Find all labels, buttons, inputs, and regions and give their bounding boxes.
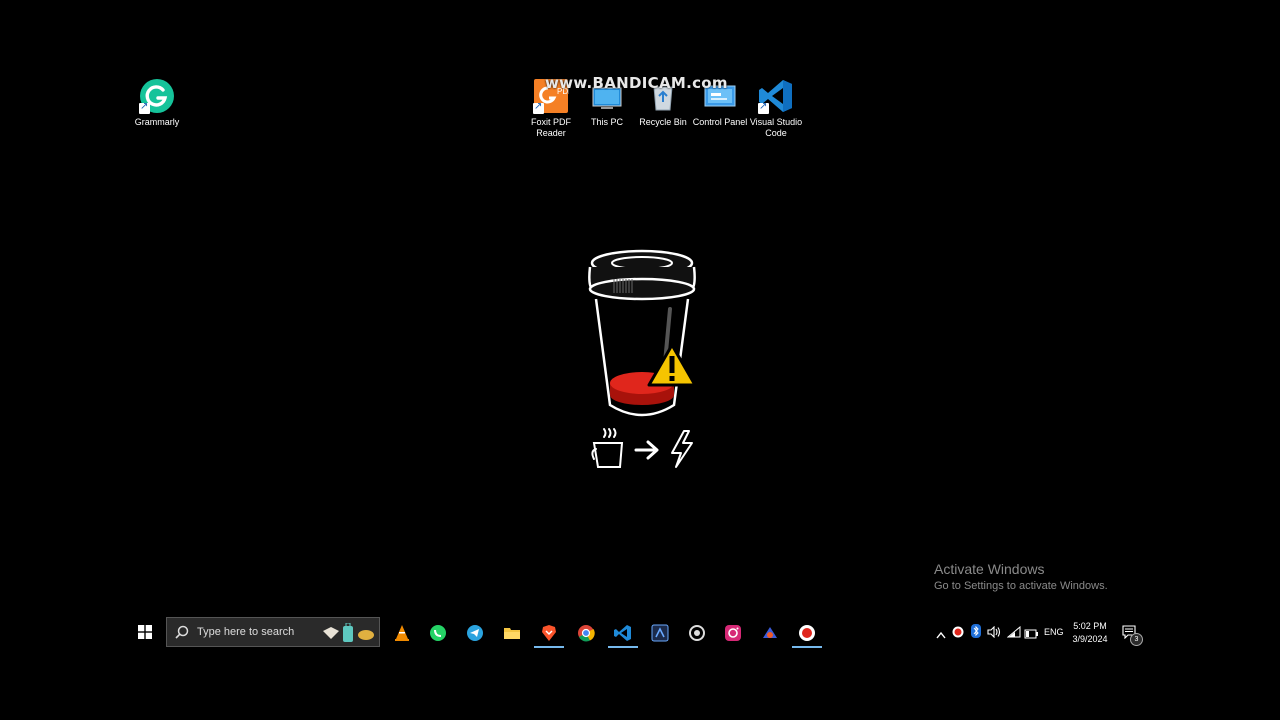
bandicam-watermark: www.BANDICAM.com [545, 74, 728, 92]
grammarly-icon [139, 78, 175, 114]
file-explorer-icon [504, 628, 520, 639]
tray-recording[interactable] [952, 625, 964, 643]
taskbar-whatsapp[interactable] [423, 619, 453, 647]
adobe-app-icon [651, 624, 669, 642]
activate-title: Activate Windows [934, 561, 1045, 577]
taskbar-chrome[interactable] [571, 619, 601, 647]
chrome-icon [578, 625, 595, 642]
chevron-up-icon [936, 631, 946, 639]
tray-battery[interactable] [1024, 626, 1038, 644]
tray-volume[interactable] [987, 625, 1001, 643]
taskbar-bandicam[interactable] [792, 619, 822, 648]
wifi-icon [1006, 625, 1021, 638]
shortcut-arrow-icon [139, 101, 150, 114]
taskbar-adobe-app[interactable] [645, 619, 675, 647]
activate-subtitle: Go to Settings to activate Windows. [934, 580, 1108, 592]
vlc-icon [395, 625, 409, 641]
low-battery-coffee-art [580, 245, 710, 475]
taskbar-instagram[interactable] [718, 619, 748, 647]
bandicam-record-icon [799, 625, 815, 641]
vscode-icon [614, 625, 631, 641]
desktop-icon-label: Control Panel [692, 117, 748, 127]
brave-icon [542, 625, 556, 641]
desktop-icon-label: Foxit PDF Reader [530, 117, 571, 138]
desktop-icon-grammarly[interactable]: Grammarly [129, 78, 185, 128]
start-button[interactable] [138, 625, 154, 641]
instagram-icon [725, 625, 741, 641]
activate-windows-notice: Activate Windows Go to Settings to activ… [934, 560, 1108, 594]
desktop-icon-label: Recycle Bin [639, 117, 687, 127]
taskbar: Type here to search ENG 5:02 PM 3/9/2024… [130, 615, 1150, 651]
telegram-icon [467, 625, 483, 641]
action-center-button[interactable]: 3 [1122, 625, 1143, 646]
battery-icon [1024, 629, 1038, 639]
vscode-icon [758, 78, 794, 114]
desktop-background: Grammarly PDF Foxit PDF Reader This PC [0, 0, 1280, 720]
obs-icon [689, 625, 705, 641]
volume-icon [987, 625, 1001, 639]
clock-date: 3/9/2024 [1072, 634, 1108, 644]
taskbar-vscode[interactable] [608, 619, 638, 648]
taskbar-vlc[interactable] [387, 619, 417, 647]
desktop-icon-vscode[interactable]: Visual Studio Code [748, 78, 804, 139]
taskbar-app[interactable] [755, 619, 785, 647]
taskbar-file-explorer[interactable] [497, 619, 527, 647]
app-icon [763, 627, 777, 638]
taskbar-brave[interactable] [534, 619, 564, 648]
language-indicator[interactable]: ENG [1044, 627, 1064, 637]
taskbar-search-box[interactable]: Type here to search [166, 617, 380, 647]
taskbar-obs[interactable] [682, 619, 712, 647]
shortcut-arrow-icon [533, 101, 544, 114]
clock-time: 5:02 PM [1073, 621, 1107, 631]
taskbar-telegram[interactable] [460, 619, 490, 647]
tray-network[interactable] [1006, 625, 1021, 643]
shortcut-arrow-icon [758, 101, 769, 114]
coffee-cup-battery-icon [588, 249, 697, 468]
show-hidden-icons-button[interactable] [936, 626, 946, 644]
desktop-icon-label: This PC [590, 117, 623, 127]
taskbar-clock[interactable]: 5:02 PM 3/9/2024 [1070, 620, 1110, 646]
search-icon [175, 625, 189, 639]
desktop-icon-label: Visual Studio Code [749, 117, 803, 138]
whatsapp-icon [430, 625, 446, 641]
notification-count-badge: 3 [1130, 633, 1143, 646]
windows-logo-icon [138, 625, 152, 639]
search-highlight-travel-icon [323, 623, 374, 642]
desktop-icon-label: Grammarly [134, 117, 180, 127]
record-icon [952, 626, 964, 638]
search-placeholder: Type here to search [197, 626, 295, 638]
tray-bluetooth[interactable] [971, 624, 981, 643]
bluetooth-icon [971, 624, 981, 638]
